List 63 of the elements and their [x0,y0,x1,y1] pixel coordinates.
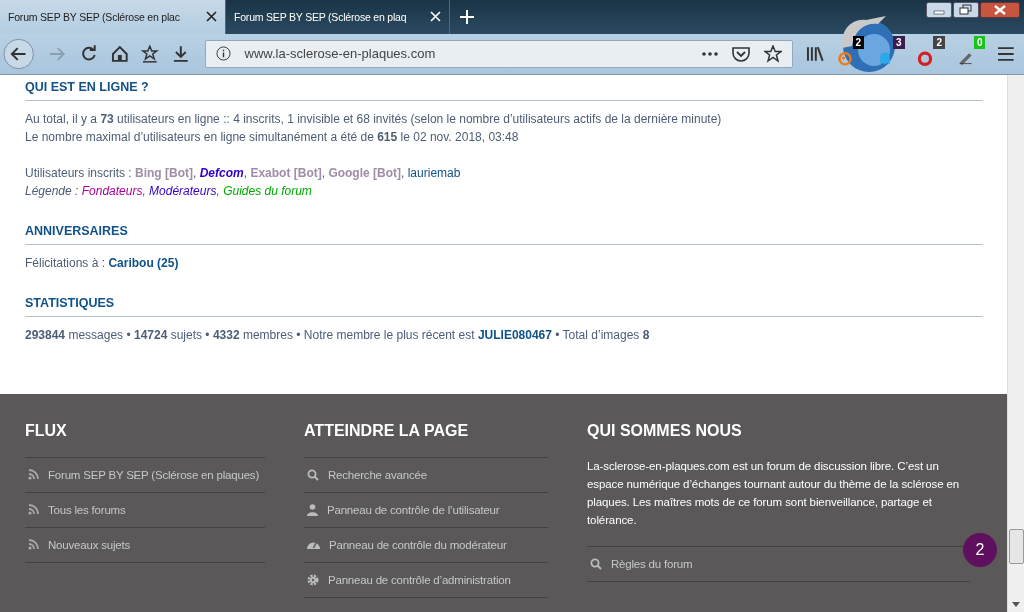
info-icon[interactable] [215,46,231,62]
section-heading: STATISTIQUES [25,295,983,317]
about-text: La-sclerose-en-plaques.com est un forum de discussion libre. C’est un espace numérique d’échanges tournant autour du thème de la sclérose en plaques. Les maîtres mots de ce forum sont bienveillance, partage et tolérance. [587,458,961,528]
scrollbar[interactable] [1007,74,1024,612]
footer-link[interactable]: Forum SEP BY SEP (Sclérose en plaques) [25,457,265,493]
browser-tab[interactable]: Forum SEP BY SEP (Sclérose en plac [0,0,226,34]
close-icon[interactable] [206,11,217,23]
user-icon [307,503,318,516]
menu-icon[interactable] [998,46,1014,61]
star-icon[interactable] [141,44,159,63]
scroll-down-icon[interactable] [1012,602,1020,607]
section-heading: QUI EST EN LIGNE ? [25,79,983,101]
count-badge: 2 [933,35,945,49]
home-icon[interactable] [110,44,129,63]
gear-icon [307,573,319,586]
footer-link[interactable]: Panneau de contrôle de l’utilisateur [304,492,548,528]
more-icon[interactable] [701,51,718,56]
reload-icon[interactable] [79,44,98,63]
count-badge: 3 [893,35,905,49]
minimize-icon[interactable] [926,2,952,18]
scrollbar-thumb[interactable] [1009,528,1024,564]
section-heading: ANNIVERSAIRES [25,223,983,245]
close-icon[interactable] [980,2,1020,18]
online-summary-text: Le nombre maximal d’utilisateurs en ligne simultanément a été de 615 le 02 nov. 2018, 03:48 [25,128,520,146]
username-link[interactable]: lauriemab [407,165,461,180]
registered-users-text: Utilisateurs inscrits : Bing [Bot], Defcom, Exabot [Bot], Google [Bot], lauriemab [25,164,462,182]
username-link[interactable]: JULIE080467 [477,327,552,342]
group-link[interactable]: Guides du forum [223,183,312,198]
footer-link[interactable]: Panneau de contrôle du modérateur [304,527,548,563]
username-link[interactable]: Bing [Bot] [135,165,193,180]
online-summary-text: Au total, il y a 73 utilisateurs en ligne :: 4 inscrits, 1 invisible et 68 invités (selon le nombre d’utilisateurs actifs de la dernière minute) [25,110,723,128]
maximize-icon[interactable] [953,2,979,18]
pocket-icon[interactable] [731,45,750,62]
birthday-text: Félicitations à : Caribou (25) [25,254,180,272]
rss-icon [28,539,39,551]
extension-icon[interactable] [836,49,853,66]
browser-tab[interactable]: Forum SEP BY SEP (Sclérose en plaq [226,0,450,34]
footer-heading: ATTEINDRE LA PAGE [304,421,470,441]
statistics-text: 293844 messages • 14724 sujets • 4332 membres • Notre membre le plus récent est JULIE080467 • Total d’images 8 [25,326,651,344]
rss-icon [28,504,39,516]
footer-heading: QUI SOMMES NOUS [587,421,743,441]
back-icon[interactable] [3,37,35,70]
notification-badge[interactable]: 2 [963,532,997,567]
rss-icon [28,469,39,481]
search-icon [307,468,319,481]
username-link[interactable]: Exabot [Bot] [250,165,322,180]
star-icon[interactable] [763,44,782,63]
username-link[interactable]: Defcom [199,165,244,180]
extension-icon[interactable] [877,49,893,66]
footer-link[interactable]: Recherche avancée [304,457,548,493]
library-icon[interactable] [805,44,824,63]
search-icon [590,557,602,570]
address-bar[interactable]: www.la-sclerose-en-plaques.com [204,39,793,68]
username-link[interactable]: Caribou (25) [108,255,179,270]
footer-heading: FLUX [25,421,68,441]
footer-link[interactable]: Tous les forums [25,492,265,528]
footer-link[interactable]: Panneau de contrôle d’administration [304,562,548,598]
download-icon[interactable] [171,44,190,63]
plus-icon[interactable] [460,9,474,24]
footer-link[interactable]: Nouveaux sujets [25,527,265,563]
count-badge: 0 [973,35,986,49]
legend-text: Légende : Fondateurs, Modérateurs, Guides du forum [25,182,313,200]
extension-icon[interactable] [917,49,934,66]
